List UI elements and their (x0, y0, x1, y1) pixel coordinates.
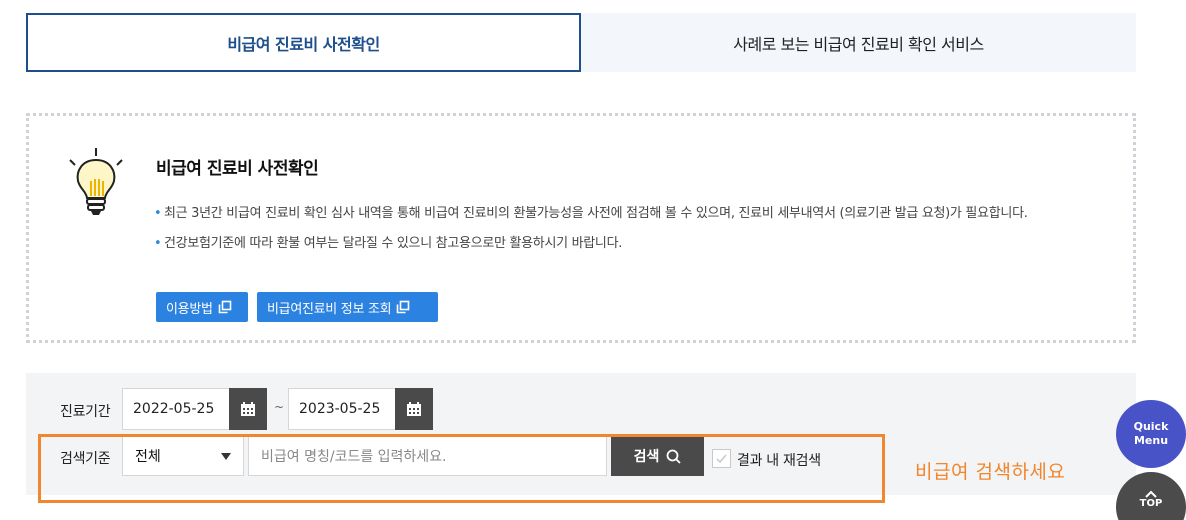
info-title: 비급여 진료비 사전확인 (156, 159, 319, 179)
end-date-input[interactable]: 2023-05-25 (288, 388, 396, 430)
scroll-top-label: TOP (1139, 498, 1163, 509)
quick-menu-label-2: Menu (1133, 434, 1169, 447)
calendar-icon (241, 402, 255, 416)
chevron-up-icon (1145, 490, 1157, 498)
usage-guide-label: 이용방법 (166, 301, 213, 317)
noncovered-info-lookup-label: 비급여진료비 정보 조회 (267, 301, 392, 317)
criteria-label: 검색기준 (60, 451, 111, 467)
criteria-select[interactable]: 전체 (122, 436, 244, 476)
lightbulb-icon (69, 148, 123, 215)
tab-prior-check[interactable]: 비급여 진료비 사전확인 (26, 13, 581, 72)
quick-menu-button[interactable]: Quick Menu (1116, 400, 1186, 468)
chevron-down-icon (221, 453, 231, 460)
external-link-icon (396, 300, 410, 314)
search-icon (666, 449, 682, 464)
noncovered-info-lookup-button[interactable]: 비급여진료비 정보 조회 (257, 292, 438, 322)
calendar-icon (407, 402, 421, 416)
end-date-calendar-button[interactable] (395, 388, 433, 430)
tab-case-examples[interactable]: 사례로 보는 비급여 진료비 확인 서비스 (581, 13, 1136, 72)
start-date-calendar-button[interactable] (229, 388, 267, 430)
info-bullet: 건강보험기준에 따라 환불 여부는 달라질 수 있으니 참고용으로만 활용하시기… (154, 232, 1114, 255)
refine-search-label[interactable]: 결과 내 재검색 (737, 450, 821, 470)
criteria-selected-value: 전체 (135, 449, 161, 465)
search-annotation: 비급여 검색하세요 (915, 461, 1066, 483)
info-bullet: 최근 3년간 비급여 진료비 확인 심사 내역을 통해 비급여 진료비의 환불가… (154, 202, 1114, 225)
period-label: 진료기간 (60, 404, 111, 420)
search-input[interactable]: 비급여 명칭/코드를 입력하세요. (248, 436, 607, 476)
search-button[interactable]: 검색 (611, 436, 704, 476)
usage-guide-button[interactable]: 이용방법 (156, 292, 248, 322)
date-range-separator: ~ (274, 400, 285, 414)
checkmark-icon (716, 454, 727, 464)
info-box: 비급여 진료비 사전확인 최근 3년간 비급여 진료비 확인 심사 내역을 통해… (26, 113, 1136, 343)
quick-menu-label-1: Quick (1133, 420, 1169, 433)
refine-search-checkbox[interactable] (712, 449, 731, 468)
search-button-label: 검색 (633, 449, 660, 465)
start-date-input[interactable]: 2022-05-25 (122, 388, 230, 430)
external-link-icon (218, 300, 231, 314)
info-list: 최근 3년간 비급여 진료비 확인 심사 내역을 통해 비급여 진료비의 환불가… (154, 202, 1114, 262)
